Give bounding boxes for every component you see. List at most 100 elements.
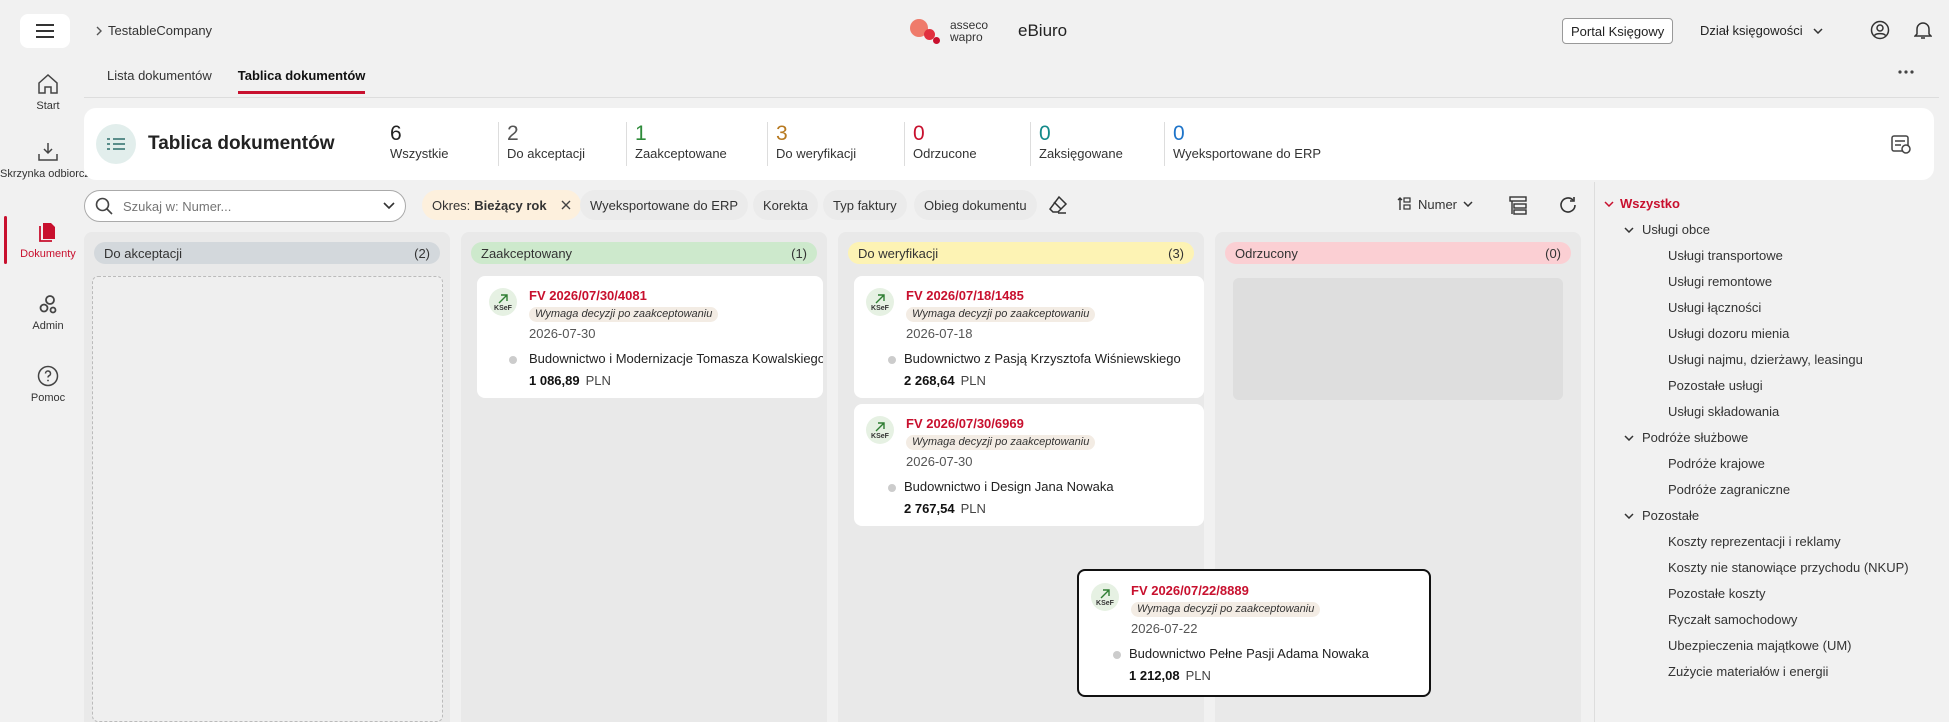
sidebar-item-inbox[interactable]: Skrzynka odbiorcza <box>0 140 96 180</box>
tree-item[interactable]: Ryczałt samochodowy <box>1668 612 1797 627</box>
stat-value: 0 <box>913 122 925 145</box>
tab-document-board[interactable]: Tablica dokumentów <box>237 68 366 94</box>
tabs-divider <box>84 97 1939 98</box>
filter-chip-workflow[interactable]: Obieg dokumentu <box>914 190 1037 220</box>
stat-label: Wszystkie <box>390 146 449 161</box>
department-label: Dział księgowości <box>1700 23 1803 38</box>
document-card[interactable]: KSeF FV 2026/07/30/6969 Wymaga decyzji p… <box>854 404 1204 526</box>
ksef-icon: KSeF <box>866 416 894 444</box>
more-options-button[interactable] <box>1898 70 1914 74</box>
document-number[interactable]: FV 2026/07/22/8889 <box>1131 583 1249 598</box>
column-header: Zaakceptowany (1) <box>471 242 817 264</box>
sidebar-item-label: Admin <box>32 320 64 332</box>
status-tag: Wymaga decyzji po zaakceptowaniu <box>906 435 1096 450</box>
tree-item[interactable]: Koszty reprezentacji i reklamy <box>1668 534 1841 549</box>
ksef-icon: KSeF <box>866 288 894 316</box>
sort-select[interactable]: Numer <box>1396 196 1473 212</box>
document-card[interactable]: KSeF FV 2026/07/18/1485 Wymaga decyzji p… <box>854 276 1204 398</box>
stat-to-verify[interactable]: 3 Do weryfikacji <box>767 122 856 166</box>
sidebar-item-label: Dokumenty <box>20 248 76 260</box>
document-date: 2026-07-30 <box>906 454 973 469</box>
period-filter-chip[interactable]: Okres: Bieżący rok <box>422 190 581 220</box>
chevron-down-icon <box>1604 200 1614 207</box>
sidebar-item-admin[interactable]: Admin <box>0 292 96 332</box>
sidebar-item-label: Pomoc <box>30 392 66 404</box>
status-tag: Wymaga decyzji po zaakceptowaniu <box>906 307 1096 322</box>
breadcrumb[interactable]: TestableCompany <box>96 23 212 38</box>
tree-item[interactable]: Usługi remontowe <box>1668 274 1772 289</box>
filter-chip-invoice-type[interactable]: Typ faktury <box>823 190 907 220</box>
notifications-button[interactable] <box>1914 20 1932 40</box>
tree-item[interactable]: Usługi najmu, dzierżawy, leasingu <box>1668 352 1863 367</box>
tree-item-root[interactable]: Wszystko <box>1604 196 1680 211</box>
close-icon[interactable] <box>561 200 571 210</box>
drop-zone[interactable] <box>92 276 443 722</box>
stat-label: Odrzucone <box>913 146 977 161</box>
tree-group-other[interactable]: Pozostałe <box>1624 508 1699 523</box>
home-icon <box>38 73 58 94</box>
search-box[interactable] <box>84 190 406 222</box>
dragged-document-card[interactable]: KSeF FV 2026/07/22/8889 Wymaga decyzji p… <box>1077 569 1431 697</box>
tree-divider <box>1594 182 1595 722</box>
menu-button[interactable] <box>20 14 70 48</box>
stat-rejected[interactable]: 0 Odrzucone <box>904 122 977 166</box>
amount-value: 2 767,54 <box>904 501 955 516</box>
chevron-down-icon <box>1624 226 1634 233</box>
stat-accepted[interactable]: 1 Zaakceptowane <box>626 122 727 166</box>
refresh-button[interactable] <box>1558 195 1578 215</box>
tree-group-business-travel[interactable]: Podróże służbowe <box>1624 430 1748 445</box>
document-number[interactable]: FV 2026/07/30/4081 <box>529 288 647 303</box>
chevron-down-icon[interactable] <box>383 202 395 210</box>
document-card[interactable]: KSeF FV 2026/07/30/4081 Wymaga decyzji p… <box>477 276 823 398</box>
report-settings-button[interactable] <box>1890 133 1912 155</box>
tab-document-list[interactable]: Lista dokumentów <box>107 68 212 94</box>
search-input[interactable] <box>123 198 383 214</box>
app-name: eBiuro <box>1018 21 1068 40</box>
document-number[interactable]: FV 2026/07/18/1485 <box>906 288 1024 303</box>
sidebar-item-documents[interactable]: Dokumenty <box>0 220 96 260</box>
amount-value: 1 086,89 <box>529 373 580 388</box>
tree-view-button[interactable] <box>1508 195 1528 215</box>
user-button[interactable] <box>1870 20 1890 40</box>
tree-item[interactable]: Ubezpieczenia majątkowe (UM) <box>1668 638 1852 653</box>
eraser-icon <box>1049 195 1068 214</box>
column-accepted: Zaakceptowany (1) KSeF FV 2026/07/30/408… <box>461 232 827 722</box>
tree-item[interactable]: Podróże zagraniczne <box>1668 482 1790 497</box>
filter-chip-correction[interactable]: Korekta <box>753 190 818 220</box>
stat-value: 0 <box>1173 122 1185 145</box>
clear-filters-button[interactable] <box>1048 195 1068 215</box>
view-tabs: Lista dokumentów Tablica dokumentów <box>107 68 366 94</box>
vendor-name: Budownictwo i Modernizacje Tomasza Kowal… <box>529 351 823 366</box>
department-select[interactable]: Dział księgowości <box>1700 23 1823 38</box>
tree-item[interactable]: Zużycie materiałów i energii <box>1668 664 1828 679</box>
document-number[interactable]: FV 2026/07/30/6969 <box>906 416 1024 431</box>
board-view-icon <box>96 124 136 164</box>
sidebar-item-start[interactable]: Start <box>0 72 96 112</box>
stat-exported-erp[interactable]: 0 Wyeksportowane do ERP <box>1164 122 1321 166</box>
tree-item[interactable]: Koszty nie stanowiące przychodu (NKUP) <box>1668 560 1909 575</box>
column-title: Do akceptacji <box>104 245 183 261</box>
stat-all[interactable]: 6 Wszystkie <box>382 122 449 166</box>
tree-item[interactable]: Podróże krajowe <box>1668 456 1765 471</box>
chevron-down-icon <box>1624 512 1634 519</box>
filter-chip-exported[interactable]: Wyeksportowane do ERP <box>580 190 749 220</box>
tree-group-external-services[interactable]: Usługi obce <box>1624 222 1710 237</box>
tree-item[interactable]: Usługi łączności <box>1668 300 1761 315</box>
amount-value: 1 212,08 <box>1129 668 1180 683</box>
tree-item[interactable]: Pozostałe usługi <box>1668 378 1763 393</box>
column-header: Do weryfikacji (3) <box>848 242 1194 264</box>
refresh-icon <box>1560 197 1576 213</box>
menu-icon <box>36 24 54 38</box>
tree-item[interactable]: Pozostałe koszty <box>1668 586 1766 601</box>
chevron-right-icon <box>96 26 102 35</box>
tree-item[interactable]: Usługi składowania <box>1668 404 1779 419</box>
stat-booked[interactable]: 0 Zaksięgowane <box>1030 122 1123 166</box>
portal-ksiegowy-button[interactable]: Portal Księgowy <box>1562 18 1674 44</box>
tree-item[interactable]: Usługi dozoru mienia <box>1668 326 1789 341</box>
document-amount: 1 086,89 PLN <box>529 373 611 388</box>
sort-icon <box>1397 197 1411 210</box>
stat-value: 3 <box>776 122 788 145</box>
tree-item[interactable]: Usługi transportowe <box>1668 248 1783 263</box>
stat-to-accept[interactable]: 2 Do akceptacji <box>498 122 585 166</box>
sidebar-item-help[interactable]: Pomoc <box>0 364 96 404</box>
